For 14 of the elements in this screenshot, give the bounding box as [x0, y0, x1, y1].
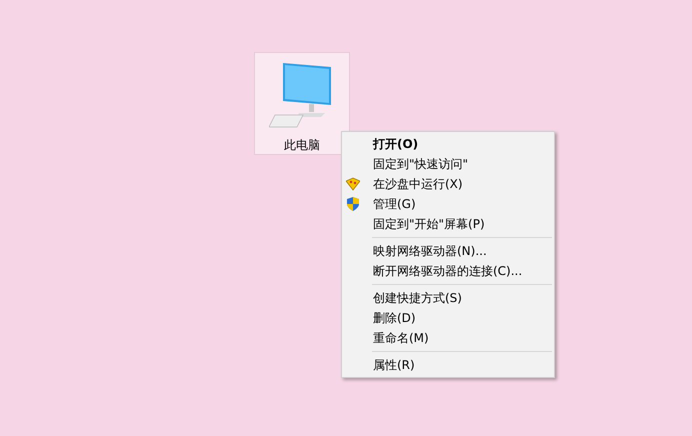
menu-item[interactable]: 重命名(M) [342, 328, 554, 348]
menu-item[interactable]: 属性(R) [342, 355, 554, 375]
menu-item[interactable]: 断开网络驱动器的连接(C)... [342, 261, 554, 281]
menu-item[interactable]: 删除(D) [342, 308, 554, 328]
sandbox-icon [346, 177, 360, 191]
menu-item[interactable]: 创建快捷方式(S) [342, 288, 554, 308]
icon-label: 此电脑 [284, 137, 320, 154]
computer-shortcut[interactable]: 此电脑 [254, 52, 350, 155]
menu-item[interactable]: 固定到"开始"屏幕(P) [342, 214, 554, 234]
menu-item[interactable]: 固定到"快速访问" [342, 154, 554, 174]
shield-icon [346, 197, 360, 211]
menu-item[interactable]: 映射网络驱动器(N)... [342, 241, 554, 261]
menu-item[interactable]: 管理(G) [342, 194, 554, 214]
menu-item[interactable]: 在沙盘中运行(X) [342, 174, 554, 194]
